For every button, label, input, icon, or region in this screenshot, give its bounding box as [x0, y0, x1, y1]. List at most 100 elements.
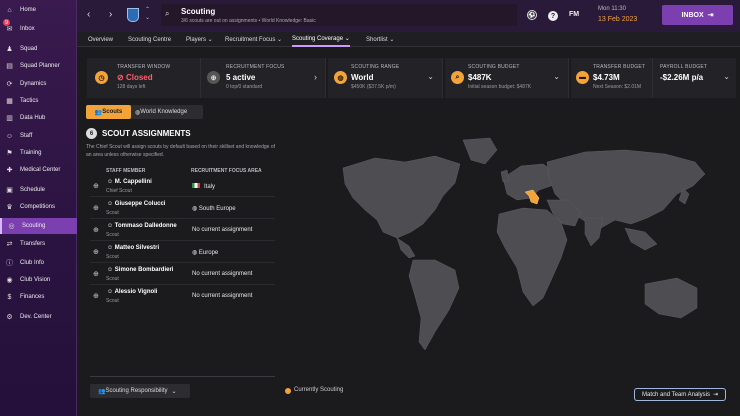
help-icon[interactable]: ?: [548, 11, 558, 21]
card-label: SCOUTING BUDGET: [468, 64, 520, 70]
medical-icon: ✚: [6, 167, 13, 174]
recruitment-focus-card[interactable]: ⊕ RECRUITMENT FOCUS 5 active 0 top/0 sta…: [201, 58, 326, 98]
sidebar-item-dev-center[interactable]: ⚙ Dev. Center: [0, 309, 77, 325]
table-row[interactable]: ⊕ ☺ Tommaso Dalledonne Scout No current …: [90, 220, 275, 241]
zoom-icon[interactable]: ⊕: [93, 248, 99, 256]
south-america: [408, 259, 460, 351]
table-row[interactable]: ⊕ ☺ Simone Bombardieri Scout No current …: [90, 264, 275, 285]
back-arrow-icon[interactable]: ‹: [87, 9, 90, 20]
fm-logo[interactable]: FM: [569, 11, 579, 18]
sidebar-item-squad[interactable]: ♟ Squad: [0, 41, 77, 57]
tab-scouting-coverage[interactable]: Scouting Coverage ⌄: [292, 32, 350, 47]
payroll-budget-card[interactable]: PAYROLL BUDGET -$2.26M p/a ⌄: [653, 58, 736, 98]
tab-scouting-centre[interactable]: Scouting Centre: [128, 32, 171, 47]
africa: [496, 207, 568, 307]
game-time: Mon 11:30: [598, 6, 626, 12]
focus-area: No current assignment: [192, 227, 253, 233]
sidebar-item-scouting[interactable]: ◎ Scouting: [0, 218, 77, 234]
sidebar-item-medical[interactable]: ✚ Medical Center: [0, 162, 77, 178]
schedule-icon: ▣: [6, 187, 13, 194]
transfer-budget-card[interactable]: ▬ TRANSFER BUDGET $4.73M Next Season: $2…: [571, 58, 653, 98]
card-value: $4.73M: [593, 73, 620, 82]
table-row[interactable]: ⊕ ☺ M. Cappellini Chief Scout Italy: [90, 176, 275, 197]
scouting-responsibility-button[interactable]: 👥 Scouting Responsibility ⌄: [90, 384, 190, 398]
sidebar-item-training[interactable]: ⚑ Training: [0, 145, 77, 161]
sidebar-item-club-info[interactable]: ⓘ Club Info: [0, 255, 77, 271]
zoom-icon[interactable]: ⊕: [93, 270, 99, 278]
club-crest[interactable]: [127, 8, 139, 22]
card-sub: Next Season: $2.01M: [593, 84, 642, 90]
scout-role: Chief Scout: [106, 188, 132, 194]
central-america: [396, 237, 416, 259]
scouts-toggle[interactable]: 👥 Scouts: [86, 105, 131, 119]
table-row[interactable]: ⊕ ☺ Alessio Vignoli Scout No current ass…: [90, 286, 275, 307]
sidebar-item-tactics[interactable]: ▦ Tactics: [0, 93, 77, 109]
inbox-button[interactable]: INBOX ⇥: [662, 5, 733, 25]
sidebar-item-squad-planner[interactable]: ▤ Squad Planner: [0, 58, 77, 74]
game-date: 13 Feb 2023: [598, 16, 638, 23]
southeast-asia: [624, 227, 658, 251]
tab-overview[interactable]: Overview: [88, 32, 113, 47]
india: [584, 217, 604, 247]
zoom-icon[interactable]: ⊕: [93, 226, 99, 234]
focus-area: No current assignment: [192, 271, 253, 277]
scout-role: Scout: [106, 210, 119, 216]
scouting-icon: ◎: [8, 223, 15, 230]
scout-role: Scout: [106, 232, 119, 238]
sidebar-item-schedule[interactable]: ▣ Schedule: [0, 182, 77, 198]
dev-center-icon: ⚙: [6, 314, 13, 321]
tactics-icon: ▦: [6, 98, 13, 105]
staff-column-header: STAFF MEMBER: [106, 168, 146, 174]
club-switcher-icon[interactable]: ⌃ ⌄: [145, 6, 150, 22]
sidebar-item-club-vision[interactable]: ◉ Club Vision: [0, 272, 77, 288]
assignments-title: SCOUT ASSIGNMENTS: [102, 129, 191, 138]
zoom-icon[interactable]: ⊕: [93, 204, 99, 212]
sidebar-item-label: Schedule: [20, 187, 46, 193]
home-icon: ⌂: [7, 6, 12, 14]
globe-icon: ◍: [192, 206, 199, 212]
people-icon: 👥: [98, 388, 106, 395]
sidebar-item-label: Data Hub: [20, 115, 46, 121]
zoom-icon[interactable]: ⊕: [93, 292, 99, 300]
sidebar-item-dynamics[interactable]: ⟳ Dynamics: [0, 76, 77, 92]
tab-recruitment-focus[interactable]: Recruitment Focus ⌄: [225, 32, 282, 47]
table-row[interactable]: ⊕ ☺ Giuseppe Colucci Scout ◍ South Europ…: [90, 198, 275, 219]
tab-shortlist[interactable]: Shortlist ⌄: [366, 32, 394, 47]
ball-icon[interactable]: ⚽: [527, 10, 537, 20]
staff-icon: ☺: [5, 132, 14, 140]
inbox-badge: 9: [3, 19, 10, 26]
sidebar-item-data-hub[interactable]: ▥ Data Hub: [0, 110, 77, 126]
chevron-right-icon: ›: [314, 72, 317, 82]
sidebar-item-staff[interactable]: ☺ Staff: [0, 128, 77, 144]
card-sub: 0 top/0 standard: [226, 84, 263, 90]
world-knowledge-toggle[interactable]: ◍ World Knowledge: [135, 105, 203, 119]
sidebar-item-competitions[interactable]: ♛ Competitions: [0, 199, 77, 215]
world-map[interactable]: [285, 128, 735, 378]
tab-label: Shortlist ⌄: [366, 37, 395, 43]
match-team-analysis-button[interactable]: Match and Team Analysis ⇥: [634, 388, 726, 401]
sidebar-item-label: Finances: [20, 294, 45, 300]
scout-name: ☺ Matteo Silvestri: [107, 245, 160, 251]
sidebar-item-finances[interactable]: $ Finances: [0, 289, 77, 305]
focus-column-header: RECRUITMENT FOCUS AREA: [191, 168, 262, 174]
tab-players[interactable]: Players ⌄: [186, 32, 213, 47]
finances-icon: $: [7, 293, 12, 301]
card-label: SCOUTING RANGE: [351, 64, 400, 70]
italy-flag-icon: [192, 183, 200, 188]
zoom-icon[interactable]: ⊕: [93, 182, 99, 190]
tab-label: Scouting Centre: [128, 36, 172, 43]
page-subtitle: 3/6 scouts are out on assignments • Worl…: [181, 18, 316, 24]
sidebar-item-inbox[interactable]: 9 ✉ Inbox: [0, 19, 77, 37]
tab-label: Recruitment Focus ⌄: [225, 37, 283, 43]
sidebar: ⌂ Home 9 ✉ Inbox ♟ Squad ▤ Squad Planner ⟳ Dyn…: [0, 0, 77, 416]
table-row[interactable]: ⊕ ☺ Matteo Silvestri Scout ◍ Europe: [90, 242, 275, 263]
sidebar-item-home[interactable]: ⌂ Home: [0, 2, 77, 18]
scouting-budget-card[interactable]: ⌕ SCOUTING BUDGET $487K Initial season b…: [445, 58, 569, 98]
transfer-window-card[interactable]: ◷ TRANSFER WINDOW ⊘ Closed 128 days left: [87, 58, 201, 98]
scouting-range-card[interactable]: ◍ SCOUTING RANGE World $450K ($37.5K p/m…: [328, 58, 443, 98]
forward-arrow-icon[interactable]: ›: [109, 9, 112, 20]
dynamics-icon: ⟳: [6, 81, 13, 88]
search-bar[interactable]: ⌕ Scouting 3/6 scouts are out on assignm…: [161, 4, 517, 26]
sidebar-item-label: Home: [20, 7, 37, 13]
sidebar-item-transfers[interactable]: ⇄ Transfers: [0, 236, 77, 252]
